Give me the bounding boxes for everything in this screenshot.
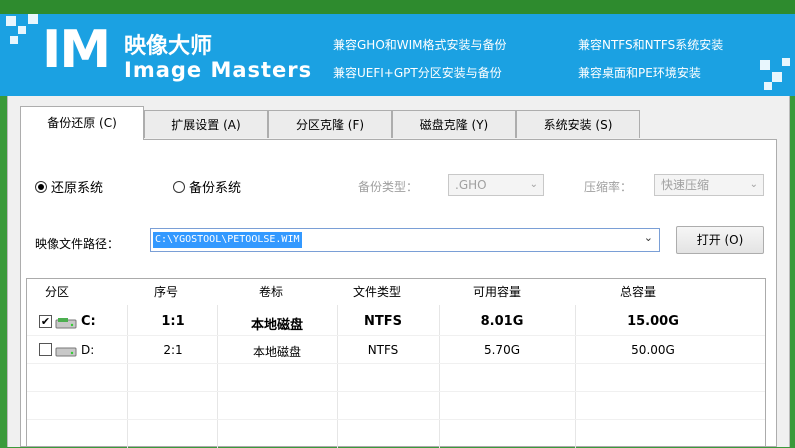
row-checkbox[interactable] <box>39 343 52 356</box>
column-header-index: 序号 <box>154 285 179 299</box>
row-divider <box>27 335 765 336</box>
decor-square <box>760 60 770 70</box>
radio-unselected-icon <box>173 180 185 193</box>
app-name-en: Image Masters <box>124 58 313 82</box>
column-header-total: 总容量 <box>620 285 657 299</box>
app-header: IM 映像大师 Image Masters 兼容GHO和WIM格式安装与备份 兼… <box>0 14 795 96</box>
chevron-down-icon[interactable]: ⌄ <box>644 231 653 244</box>
tab-backup-restore[interactable]: 备份还原 (C) <box>20 106 144 140</box>
cell-index: 1:1 <box>161 314 185 329</box>
column-divider <box>575 305 576 448</box>
column-divider <box>127 305 128 448</box>
cell-free: 8.01G <box>480 314 524 329</box>
row-divider <box>27 419 765 420</box>
row-divider <box>27 391 765 392</box>
cell-drive: C: <box>81 314 96 329</box>
radio-selected-icon <box>35 180 47 193</box>
decor-square <box>764 82 772 90</box>
tab-partition-clone[interactable]: 分区克隆 (F) <box>268 110 392 138</box>
logo-mark: IM <box>42 20 111 80</box>
app-name-cn: 映像大师 <box>124 34 213 59</box>
image-path-input[interactable]: C:\YGOSTOOL\PETOOLSE.WIM ⌄ <box>150 228 660 252</box>
column-header-filetype: 文件类型 <box>353 285 402 299</box>
column-header-label: 卷标 <box>259 285 284 299</box>
compression-select[interactable]: 快速压缩 ⌄ <box>654 174 764 196</box>
chevron-down-icon: ⌄ <box>529 179 538 190</box>
decor-square <box>782 58 790 66</box>
cell-total: 15.00G <box>627 314 679 329</box>
cell-free: 5.70G <box>483 343 521 357</box>
tab-extended-settings[interactable]: 扩展设置 (A) <box>144 110 268 138</box>
column-divider <box>337 305 338 448</box>
cell-total: 50.00G <box>631 343 675 357</box>
column-header-free: 可用容量 <box>473 285 522 299</box>
cell-label: 本地磁盘 <box>252 345 301 359</box>
cell-index: 2:1 <box>163 343 183 357</box>
desktop-background <box>0 0 795 14</box>
backup-type-label: 备份类型： <box>358 180 419 194</box>
cell-filetype: NTFS <box>364 314 402 329</box>
backup-type-value: .GHO <box>455 178 487 192</box>
feature-text: 兼容桌面和PE环境安装 <box>578 66 701 80</box>
restore-system-radio[interactable]: 还原系统 <box>35 177 103 196</box>
disk-drive-icon <box>55 318 77 329</box>
column-header-partition: 分区 <box>45 285 70 299</box>
feature-text: 兼容NTFS和NTFS系统安装 <box>578 38 724 52</box>
image-path-label: 映像文件路径： <box>35 237 120 251</box>
decor-square <box>28 14 38 24</box>
row-divider <box>27 363 765 364</box>
cell-drive: D: <box>81 343 95 357</box>
cell-filetype: NTFS <box>367 343 399 357</box>
decor-square <box>772 72 782 82</box>
column-divider <box>439 305 440 448</box>
disk-drive-icon <box>55 347 77 357</box>
decor-square <box>6 16 16 26</box>
row-checkbox[interactable]: ✔ <box>39 315 52 328</box>
cell-label: 本地磁盘 <box>250 318 303 333</box>
chevron-down-icon: ⌄ <box>749 179 758 190</box>
backup-system-label: 备份系统 <box>189 181 242 196</box>
tab-system-install[interactable]: 系统安装 (S) <box>516 110 640 138</box>
feature-text: 兼容UEFI+GPT分区安装与备份 <box>333 66 502 80</box>
decor-square <box>18 26 26 34</box>
restore-system-label: 还原系统 <box>51 181 104 196</box>
tab-disk-clone[interactable]: 磁盘克隆 (Y) <box>392 110 516 138</box>
partition-table: 分区 序号 卷标 文件类型 可用容量 总容量 ✔ C: 1:1 本地磁盘 NTF… <box>26 278 766 448</box>
backup-type-select[interactable]: .GHO ⌄ <box>448 174 544 196</box>
column-divider <box>217 305 218 448</box>
backup-system-radio[interactable]: 备份系统 <box>173 177 241 196</box>
open-button[interactable]: 打开 (O) <box>676 226 764 254</box>
compression-value: 快速压缩 <box>661 178 710 192</box>
main-window: 备份还原 (C) 扩展设置 (A) 分区克隆 (F) 磁盘克隆 (Y) 系统安装… <box>7 96 790 448</box>
image-path-value: C:\YGOSTOOL\PETOOLSE.WIM <box>153 232 302 248</box>
feature-text: 兼容GHO和WIM格式安装与备份 <box>333 38 507 52</box>
compression-label: 压缩率： <box>584 180 633 194</box>
decor-square <box>10 36 18 44</box>
